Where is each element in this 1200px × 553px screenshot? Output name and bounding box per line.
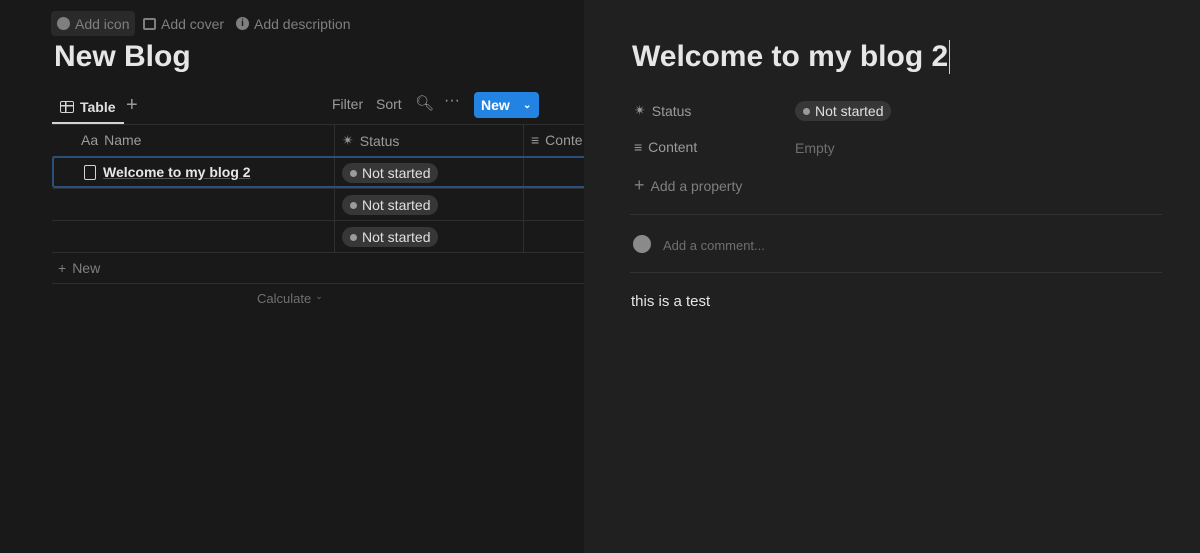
- property-content-label[interactable]: ≡ Content: [634, 139, 697, 155]
- column-header-content[interactable]: ≡ Conte: [531, 132, 583, 148]
- status-icon: ✴︎: [634, 102, 646, 118]
- image-icon: [143, 17, 156, 30]
- status-badge: Not started: [795, 101, 892, 121]
- more-options-icon[interactable]: ···: [444, 92, 460, 110]
- chevron-down-icon: ⌄: [315, 291, 323, 301]
- status-cell[interactable]: Not started: [342, 163, 439, 183]
- text-lines-icon: ≡: [531, 132, 540, 148]
- info-icon: i: [236, 17, 249, 30]
- add-cover-button[interactable]: Add cover: [137, 11, 230, 36]
- search-icon[interactable]: 🔍︎: [415, 94, 434, 112]
- text-lines-icon: ≡: [634, 139, 643, 155]
- add-property-button[interactable]: + Add a property: [634, 175, 742, 196]
- property-content-value[interactable]: Empty: [795, 140, 835, 156]
- status-cell[interactable]: Not started: [342, 195, 439, 215]
- column-header-status[interactable]: ✴︎ Status: [342, 132, 399, 149]
- divider: [630, 214, 1162, 215]
- chevron-down-icon[interactable]: ⌄: [520, 100, 531, 111]
- avatar: [633, 235, 651, 253]
- add-view-plus-icon[interactable]: +: [126, 94, 138, 117]
- add-icon-button[interactable]: Add icon: [51, 11, 136, 36]
- sort-button[interactable]: Sort: [376, 96, 402, 112]
- table-row[interactable]: Welcome to my blog 2: [84, 164, 251, 180]
- page-icon: [84, 164, 96, 180]
- calculate-button[interactable]: Calculate ⌄: [257, 291, 323, 306]
- status-badge: Not started: [342, 163, 439, 183]
- status-badge: Not started: [342, 227, 439, 247]
- status-cell[interactable]: Not started: [342, 227, 439, 247]
- filter-button[interactable]: Filter: [332, 96, 363, 112]
- page-peek-panel: [584, 0, 1200, 553]
- comment-input[interactable]: Add a comment...: [663, 238, 765, 253]
- property-status-value[interactable]: Not started: [795, 101, 892, 121]
- add-row-button[interactable]: + New: [58, 260, 100, 276]
- smiley-icon: [57, 17, 70, 30]
- database-page: Add icon Add cover i Add description New…: [0, 0, 584, 553]
- column-header-name[interactable]: Aa Name: [81, 132, 141, 148]
- peek-title[interactable]: Welcome to my blog 2: [632, 40, 951, 74]
- page-title: New Blog: [54, 40, 191, 73]
- plus-icon: +: [634, 175, 645, 195]
- plus-icon: +: [58, 260, 67, 276]
- text-type-icon: Aa: [81, 132, 99, 148]
- tab-table[interactable]: Table: [52, 92, 124, 124]
- table-icon: [60, 101, 74, 113]
- new-button[interactable]: New ⌄: [474, 92, 539, 118]
- divider: [630, 272, 1162, 273]
- status-icon: ✴︎: [342, 132, 354, 148]
- status-badge: Not started: [342, 195, 439, 215]
- page-body-text[interactable]: this is a test: [631, 293, 710, 310]
- property-status-label[interactable]: ✴︎ Status: [634, 102, 691, 119]
- add-description-button[interactable]: i Add description: [230, 11, 357, 36]
